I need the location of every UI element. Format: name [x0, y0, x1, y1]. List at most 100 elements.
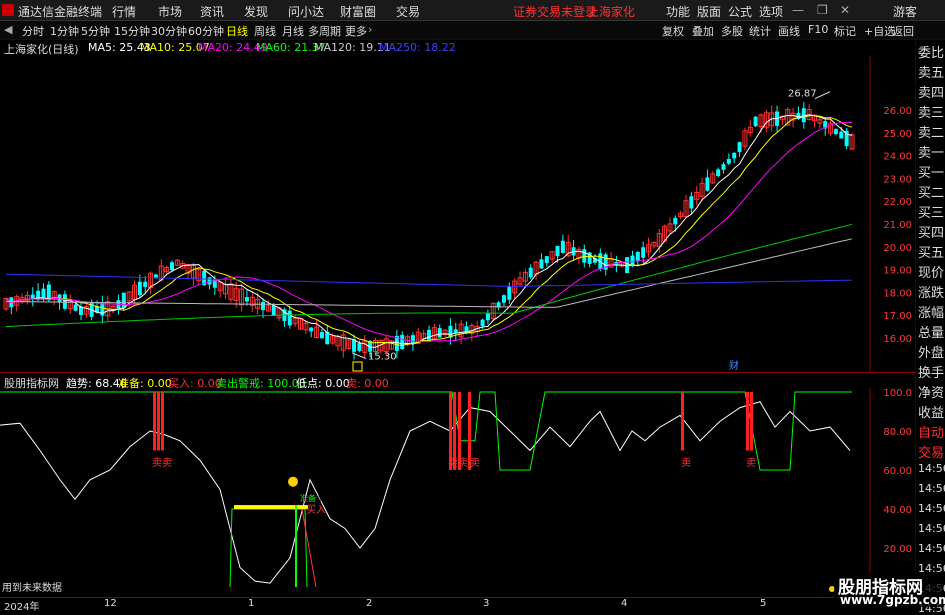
candle-body — [400, 334, 405, 350]
menu-trade[interactable]: 交易 — [396, 3, 420, 20]
sidebar-item[interactable]: 交易 — [918, 442, 944, 461]
future-data-note: 用到未来数据 — [2, 581, 62, 594]
restore-icon[interactable]: ❐ — [817, 3, 828, 17]
sidebar-item[interactable]: 买五 — [918, 242, 944, 261]
candle-body — [716, 169, 721, 176]
toolbar-button[interactable]: 叠加 — [692, 23, 714, 39]
toolbar-button[interactable]: 画线 — [778, 23, 800, 39]
sidebar-item[interactable]: 14:56 — [918, 542, 945, 555]
sidebar-item[interactable]: 涨跌 — [918, 282, 944, 301]
period-tab-active[interactable]: 日线 — [226, 23, 248, 39]
toolbar-button[interactable]: 复权 — [662, 23, 684, 39]
candle-body — [271, 305, 276, 316]
quote-sidebar: 委比 卖五 卖四 卖三 卖二 卖一 买一 买二 买三 买四 买五 现价 涨跌 涨幅 总量 外盘 换手 净资 收益 自动… — [915, 40, 945, 615]
sell-signal-bar — [750, 392, 753, 451]
sidebar-item[interactable]: 买二 — [918, 182, 944, 201]
menu-news[interactable]: 资讯 — [200, 3, 224, 20]
chart-title: 上海家化(日线) — [4, 43, 79, 56]
indicator-chart[interactable]: 100.080.0060.0040.0020.00 卖卖 卖卖卖卖卖买入准备准备准… — [0, 388, 915, 597]
nav-left-icon[interactable]: ◀ — [4, 23, 12, 36]
sidebar-item[interactable]: 14:56 — [918, 502, 945, 515]
sidebar-item[interactable]: 卖四 — [918, 82, 944, 101]
sell-label: 卖 — [746, 457, 756, 469]
indicator-ytick: 20.00 — [883, 544, 912, 555]
buy-label: 买入 — [306, 504, 326, 516]
sidebar-item[interactable]: 14:56 — [918, 462, 945, 475]
ma10-line — [5, 115, 853, 347]
chevron-right-icon[interactable]: › — [368, 23, 372, 36]
price-ytick: 19.00 — [883, 266, 912, 277]
period-tab[interactable]: 多周期 — [308, 23, 341, 39]
sidebar-item[interactable]: 卖五 — [918, 62, 944, 81]
back-button[interactable]: 返回 — [892, 23, 914, 39]
candle-body — [121, 292, 126, 309]
sell-label: 卖卖 — [448, 457, 468, 469]
period-tab[interactable]: 分时 — [22, 23, 44, 39]
toolbar-button[interactable]: 统计 — [749, 23, 771, 39]
ready-label-2: 准备 — [300, 493, 316, 503]
login-status[interactable]: 证券交易未登录 — [513, 3, 597, 20]
sidebar-item[interactable]: 自动 — [918, 422, 944, 441]
sidebar-item[interactable]: 卖三 — [918, 102, 944, 121]
sidebar-item[interactable]: 委比 — [918, 42, 944, 61]
candle-body — [319, 332, 324, 339]
sidebar-item[interactable]: 现价 — [918, 262, 944, 281]
menu-market[interactable]: 市场 — [158, 3, 182, 20]
toolbar-button[interactable]: 标记 — [834, 23, 856, 39]
guest-label[interactable]: 游客 — [893, 3, 917, 20]
finance-marker: 财 — [729, 359, 739, 372]
sidebar-item[interactable]: 卖一 — [918, 142, 944, 161]
period-tab[interactable]: 周线 — [254, 23, 276, 39]
candle-body — [261, 302, 266, 311]
sidebar-item[interactable]: 买一 — [918, 162, 944, 181]
menu-options[interactable]: 选项 — [759, 3, 783, 20]
candle-body — [410, 335, 415, 344]
sidebar-item[interactable]: 14:56 — [918, 522, 945, 535]
menu-layout[interactable]: 版面 — [697, 3, 721, 20]
menu-discover[interactable]: 发现 — [244, 3, 268, 20]
menu-formula[interactable]: 公式 — [728, 3, 752, 20]
candle-body — [480, 319, 485, 327]
sidebar-item[interactable]: 外盘 — [918, 342, 944, 361]
sidebar-item[interactable]: 收益 — [918, 402, 944, 421]
candle-body — [30, 294, 35, 299]
toolbar-button[interactable]: F10 — [808, 23, 828, 36]
sidebar-item[interactable]: 买三 — [918, 202, 944, 221]
period-tab[interactable]: 15分钟 — [114, 23, 150, 39]
sell-warning-line — [0, 391, 852, 471]
price-chart[interactable]: 26.00 25.00 24.00 23.00 22.00 21.00 20.00 19.00… — [0, 56, 915, 372]
candle-body — [753, 116, 758, 127]
sidebar-item[interactable]: 净资 — [918, 382, 944, 401]
price-ytick: 22.00 — [883, 197, 912, 208]
menu-ask[interactable]: 问小达 — [288, 3, 324, 20]
menu-quotes[interactable]: 行情 — [112, 3, 136, 20]
period-tab[interactable]: 月线 — [282, 23, 304, 39]
candle-body — [560, 240, 565, 253]
close-icon[interactable]: ✕ — [840, 3, 850, 17]
sell-signal-bar — [746, 392, 749, 451]
sidebar-item[interactable]: 14:56 — [918, 482, 945, 495]
period-tab[interactable]: 1分钟 — [50, 23, 79, 39]
app-logo-icon — [2, 4, 14, 16]
candle-body — [427, 329, 431, 340]
toolbar-button[interactable]: 多股 — [721, 23, 743, 39]
sidebar-item[interactable]: 总量 — [918, 322, 944, 341]
period-tab-more[interactable]: 更多 — [345, 23, 367, 39]
sidebar-item[interactable]: 换手 — [918, 362, 944, 381]
minimize-icon[interactable]: — — [792, 3, 804, 17]
ma250-line — [5, 273, 853, 288]
sidebar-item[interactable]: 涨幅 — [918, 302, 944, 321]
title-bar: 通达信金融终端 行情 市场 资讯 发现 问小达 财富圈 交易 证券交易未登录 上… — [0, 0, 945, 21]
menu-function[interactable]: 功能 — [666, 3, 690, 20]
sidebar-item[interactable]: 卖二 — [918, 122, 944, 141]
candle-body — [357, 343, 362, 352]
sidebar-item[interactable]: 买四 — [918, 222, 944, 241]
candle-body — [625, 257, 630, 274]
menu-wealth[interactable]: 财富圈 — [340, 3, 376, 20]
period-tab[interactable]: 30分钟 — [151, 23, 187, 39]
add-watchlist-button[interactable]: +自选 — [864, 23, 895, 39]
period-tab[interactable]: 60分钟 — [188, 23, 224, 39]
candle-body — [732, 152, 737, 159]
candle-body — [73, 304, 78, 311]
period-tab[interactable]: 5分钟 — [81, 23, 110, 39]
